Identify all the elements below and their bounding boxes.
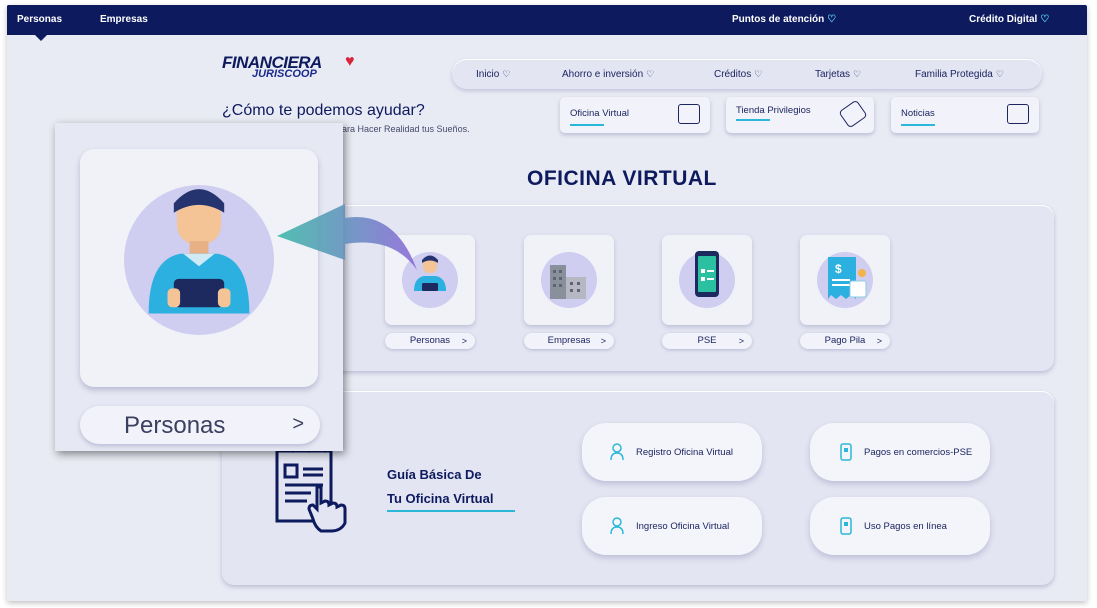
- nav-item-familia[interactable]: Familia Protegida ♡: [915, 59, 1004, 89]
- service-label: Pago Pila: [824, 335, 866, 346]
- nav-item-label: Ahorro e inversión: [562, 69, 644, 80]
- page-title: OFICINA VIRTUAL: [527, 167, 717, 190]
- credito-digital-link[interactable]: Crédito Digital ♡: [969, 5, 1049, 35]
- service-pill[interactable]: Pago Pila >: [800, 333, 890, 349]
- oficina-virtual-card[interactable]: Oficina Virtual: [560, 97, 710, 133]
- top-bar: Personas Empresas Puntos de atención ♡ Cr…: [7, 5, 1087, 41]
- guide-title-line2: Tu Oficina Virtual: [387, 491, 494, 506]
- guide-title: Guía Básica De Tu Oficina Virtual: [387, 463, 493, 511]
- service-tile[interactable]: $: [800, 235, 890, 325]
- invoice-icon: $: [828, 257, 867, 299]
- phone-icon: [695, 251, 719, 297]
- heart-chevron-icon: ♡: [754, 69, 763, 79]
- nav-item-label: Inicio: [476, 69, 500, 80]
- tienda-privilegios-card[interactable]: Tienda Privilegios: [726, 97, 874, 133]
- financiera-logo[interactable]: FINANCIERA JURISCOOP ♥: [222, 53, 382, 83]
- ingreso-oficina-button[interactable]: Ingreso Oficina Virtual: [582, 497, 762, 555]
- card-underline: [736, 119, 770, 121]
- card-label: Tienda Privilegios: [736, 105, 811, 116]
- tab-personas[interactable]: Personas: [7, 5, 73, 41]
- heart-icon: ♡: [1040, 14, 1050, 25]
- card-underline: [901, 124, 935, 126]
- tab-empresas[interactable]: Empresas: [90, 5, 158, 35]
- zoom-label: Personas: [124, 412, 226, 439]
- guide-button-label: Pagos en comercios-PSE: [864, 447, 973, 458]
- logo-heart-icon: ♥: [345, 53, 355, 70]
- tag-icon: [838, 99, 868, 129]
- chevron-right-icon: >: [600, 336, 606, 346]
- service-empresas[interactable]: Empresas >: [524, 235, 614, 349]
- service-pill[interactable]: Personas >: [385, 333, 475, 349]
- curved-arrow-icon: [277, 204, 417, 270]
- card-label: Noticias: [901, 108, 935, 119]
- help-title: ¿Cómo te podemos ayudar?: [222, 102, 425, 119]
- service-tile[interactable]: [524, 235, 614, 325]
- main-nav: Inicio ♡ Ahorro e inversión ♡ Créditos ♡ Ta…: [452, 59, 1042, 89]
- credito-digital-label: Crédito Digital: [969, 14, 1038, 25]
- card-underline: [570, 124, 604, 126]
- phone-icon: [840, 443, 852, 461]
- person-icon: [148, 189, 250, 314]
- nav-item-creditos[interactable]: Créditos ♡: [714, 59, 762, 89]
- document-hand-icon: [275, 443, 347, 533]
- service-tile[interactable]: [662, 235, 752, 325]
- chevron-right-icon: >: [461, 336, 467, 346]
- nav-item-tarjetas[interactable]: Tarjetas ♡: [815, 59, 861, 89]
- guide-button-label: Ingreso Oficina Virtual: [636, 521, 730, 532]
- service-pse[interactable]: PSE >: [662, 235, 752, 349]
- user-key-icon: [610, 517, 624, 535]
- heart-icon: ♡: [827, 14, 837, 25]
- logo-text-juriscoop: JURISCOOP: [252, 68, 317, 80]
- zoom-callout: Personas >: [55, 123, 343, 451]
- nav-item-ahorro[interactable]: Ahorro e inversión ♡: [562, 59, 654, 89]
- service-pill[interactable]: PSE >: [662, 333, 752, 349]
- heart-chevron-icon: ♡: [853, 69, 862, 79]
- guide-button-label: Uso Pagos en línea: [864, 521, 947, 532]
- nav-item-label: Familia Protegida: [915, 69, 993, 80]
- nav-item-label: Créditos: [714, 69, 752, 80]
- guide-title-line1: Guía Básica De: [387, 467, 482, 482]
- service-label: Empresas: [547, 335, 591, 346]
- service-pill[interactable]: Empresas >: [524, 333, 614, 349]
- card-label: Oficina Virtual: [570, 108, 629, 119]
- browser-frame: Personas Empresas Puntos de atención ♡ Cr…: [7, 5, 1087, 601]
- service-pago-pila[interactable]: $ Pago Pila >: [800, 235, 890, 349]
- heart-chevron-icon: ♡: [995, 69, 1004, 79]
- uso-pagos-button[interactable]: Uso Pagos en línea: [810, 497, 990, 555]
- registro-oficina-button[interactable]: Registro Oficina Virtual: [582, 423, 762, 481]
- heart-chevron-icon: ♡: [502, 69, 511, 79]
- chevron-right-icon: >: [738, 336, 744, 346]
- guide-button-label: Registro Oficina Virtual: [636, 447, 733, 458]
- svg-text:$: $: [835, 262, 842, 276]
- building-icon: [550, 265, 586, 299]
- chevron-right-icon: >: [876, 336, 882, 346]
- chevron-right-icon: >: [292, 413, 304, 435]
- user-add-icon: [610, 443, 624, 461]
- puntos-atencion-label: Puntos de atención: [732, 14, 825, 25]
- nav-item-inicio[interactable]: Inicio ♡: [476, 59, 510, 89]
- help-subtitle: ara Hacer Realidad tus Sueños.: [342, 124, 470, 134]
- service-label: Personas: [409, 335, 451, 346]
- heart-chat-icon: [1007, 104, 1029, 124]
- pagos-comercios-button[interactable]: Pagos en comercios-PSE: [810, 423, 990, 481]
- guide-underline: [387, 510, 515, 512]
- noticias-card[interactable]: Noticias: [891, 97, 1039, 133]
- zoom-personas-pill[interactable]: Personas >: [80, 406, 320, 444]
- monitor-icon: [678, 104, 700, 124]
- heart-chevron-icon: ♡: [646, 69, 655, 79]
- phone-icon: [840, 517, 852, 535]
- puntos-atencion-link[interactable]: Puntos de atención ♡: [732, 5, 836, 35]
- service-label: PSE: [697, 335, 717, 346]
- nav-item-label: Tarjetas: [815, 69, 851, 80]
